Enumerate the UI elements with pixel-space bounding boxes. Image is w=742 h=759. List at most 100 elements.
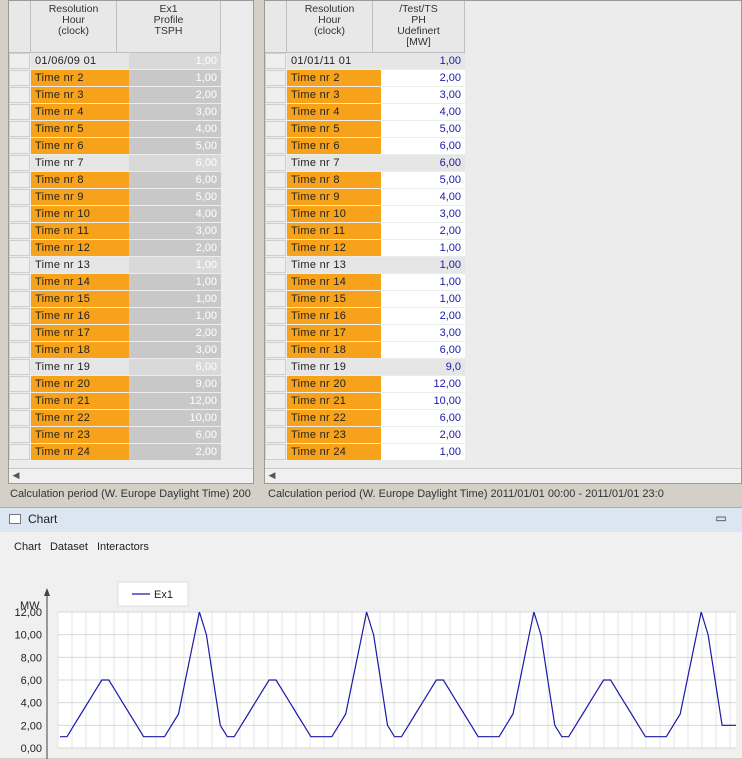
time-cell[interactable]: Time nr 9 <box>31 189 129 205</box>
time-cell[interactable]: Time nr 8 <box>287 172 381 188</box>
row-selector[interactable] <box>9 427 30 443</box>
row-selector[interactable] <box>9 325 30 341</box>
table-row[interactable]: Time nr 22 10,00 <box>9 410 221 427</box>
time-cell[interactable]: Time nr 14 <box>31 274 129 290</box>
row-selector[interactable] <box>9 223 30 239</box>
value-cell[interactable]: 2,00 <box>129 444 221 460</box>
row-selector[interactable] <box>9 121 30 137</box>
table-row[interactable]: Time nr 4 4,00 <box>265 104 465 121</box>
value-cell[interactable]: 3,00 <box>129 342 221 358</box>
row-selector[interactable] <box>9 444 30 460</box>
row-selector[interactable] <box>265 70 286 86</box>
column-header-resolution[interactable]: Resolution Hour (clock) <box>287 1 373 53</box>
value-cell[interactable]: 6,00 <box>381 342 465 358</box>
table-row[interactable]: Time nr 23 2,00 <box>265 427 465 444</box>
row-selector[interactable] <box>265 121 286 137</box>
time-cell[interactable]: Time nr 7 <box>31 155 129 171</box>
table-row[interactable]: Time nr 10 3,00 <box>265 206 465 223</box>
column-header-ex1[interactable]: Ex1 Profile TSPH <box>117 1 221 53</box>
value-cell[interactable]: 1,00 <box>129 70 221 86</box>
value-cell[interactable]: 2,00 <box>129 325 221 341</box>
value-cell[interactable]: 1,00 <box>129 274 221 290</box>
time-cell[interactable]: Time nr 23 <box>31 427 129 443</box>
value-cell[interactable]: 1,00 <box>381 53 465 69</box>
right-horizontal-scrollbar[interactable]: ◀ <box>265 468 741 483</box>
row-selector[interactable] <box>9 70 30 86</box>
time-cell[interactable]: Time nr 15 <box>287 291 381 307</box>
time-cell[interactable]: Time nr 24 <box>31 444 129 460</box>
table-row[interactable]: Time nr 11 2,00 <box>265 223 465 240</box>
row-selector[interactable] <box>265 53 286 69</box>
column-header-test-ts[interactable]: /Test/TS PH Udefinert [MW] <box>373 1 465 53</box>
time-cell[interactable]: Time nr 4 <box>287 104 381 120</box>
table-row[interactable]: Time nr 23 6,00 <box>9 427 221 444</box>
row-selector[interactable] <box>265 376 286 392</box>
table-row[interactable]: Time nr 9 5,00 <box>9 189 221 206</box>
value-cell[interactable]: 6,00 <box>381 155 465 171</box>
menu-chart[interactable]: Chart <box>14 541 41 553</box>
table-row[interactable]: Time nr 16 1,00 <box>9 308 221 325</box>
time-cell[interactable]: Time nr 19 <box>287 359 381 375</box>
time-cell[interactable]: Time nr 15 <box>31 291 129 307</box>
value-cell[interactable]: 5,00 <box>381 121 465 137</box>
table-row[interactable]: Time nr 4 3,00 <box>9 104 221 121</box>
value-cell[interactable]: 12,00 <box>129 393 221 409</box>
value-cell[interactable]: 1,00 <box>381 291 465 307</box>
row-selector[interactable] <box>265 427 286 443</box>
value-cell[interactable]: 1,00 <box>129 257 221 273</box>
table-row[interactable]: Time nr 20 9,00 <box>9 376 221 393</box>
table-row[interactable]: Time nr 21 12,00 <box>9 393 221 410</box>
value-cell[interactable]: 2,00 <box>381 427 465 443</box>
table-row[interactable]: Time nr 20 12,00 <box>265 376 465 393</box>
value-cell[interactable]: 4,00 <box>129 121 221 137</box>
table-row[interactable]: Time nr 5 4,00 <box>9 121 221 138</box>
value-cell[interactable]: 4,00 <box>381 104 465 120</box>
table-row[interactable]: Time nr 22 6,00 <box>265 410 465 427</box>
table-row[interactable]: Time nr 14 1,00 <box>9 274 221 291</box>
time-cell[interactable]: 01/01/11 01 <box>287 53 381 69</box>
row-selector[interactable] <box>9 257 30 273</box>
table-row[interactable]: Time nr 13 1,00 <box>9 257 221 274</box>
value-cell[interactable]: 9,00 <box>129 376 221 392</box>
time-cell[interactable]: Time nr 16 <box>31 308 129 324</box>
table-row[interactable]: Time nr 7 6,00 <box>9 155 221 172</box>
row-selector[interactable] <box>9 155 30 171</box>
row-selector[interactable] <box>265 206 286 222</box>
table-row[interactable]: Time nr 6 6,00 <box>265 138 465 155</box>
table-row[interactable]: Time nr 7 6,00 <box>265 155 465 172</box>
row-selector[interactable] <box>9 291 30 307</box>
value-cell[interactable]: 12,00 <box>381 376 465 392</box>
row-selector[interactable] <box>9 53 30 69</box>
table-row[interactable]: Time nr 15 1,00 <box>265 291 465 308</box>
time-cell[interactable]: Time nr 12 <box>31 240 129 256</box>
minimize-icon[interactable]: ▭ <box>714 512 728 526</box>
time-cell[interactable]: Time nr 6 <box>287 138 381 154</box>
row-selector[interactable] <box>265 138 286 154</box>
time-cell[interactable]: Time nr 17 <box>287 325 381 341</box>
scroll-left-icon[interactable]: ◀ <box>267 470 277 481</box>
time-cell[interactable]: Time nr 13 <box>31 257 129 273</box>
value-cell[interactable]: 4,00 <box>129 206 221 222</box>
value-cell[interactable]: 6,00 <box>381 410 465 426</box>
table-row[interactable]: Time nr 11 3,00 <box>9 223 221 240</box>
time-cell[interactable]: Time nr 13 <box>287 257 381 273</box>
table-row[interactable]: Time nr 18 6,00 <box>265 342 465 359</box>
time-cell[interactable]: Time nr 12 <box>287 240 381 256</box>
value-cell[interactable]: 5,00 <box>129 138 221 154</box>
value-cell[interactable]: 6,00 <box>381 138 465 154</box>
row-selector[interactable] <box>9 189 30 205</box>
time-cell[interactable]: Time nr 10 <box>31 206 129 222</box>
time-cell[interactable]: Time nr 4 <box>31 104 129 120</box>
table-row[interactable]: Time nr 8 6,00 <box>9 172 221 189</box>
value-cell[interactable]: 1,00 <box>381 274 465 290</box>
value-cell[interactable]: 4,00 <box>381 189 465 205</box>
time-cell[interactable]: Time nr 6 <box>31 138 129 154</box>
time-cell[interactable]: Time nr 9 <box>287 189 381 205</box>
table-row[interactable]: Time nr 8 5,00 <box>265 172 465 189</box>
value-cell[interactable]: 1,00 <box>129 53 221 69</box>
time-cell[interactable]: Time nr 7 <box>287 155 381 171</box>
row-selector[interactable] <box>9 206 30 222</box>
value-cell[interactable]: 2,00 <box>381 308 465 324</box>
value-cell[interactable]: 9,0 <box>381 359 465 375</box>
time-cell[interactable]: Time nr 19 <box>31 359 129 375</box>
